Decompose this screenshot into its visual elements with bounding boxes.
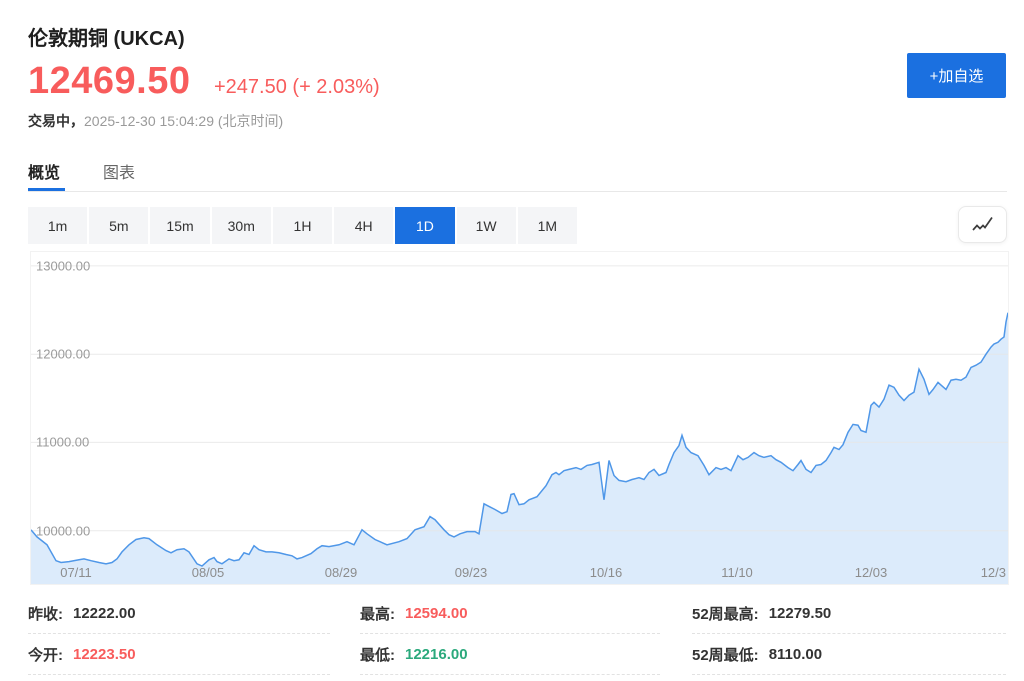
area-fill <box>31 313 1008 584</box>
add-watchlist-button[interactable]: +加自选 <box>907 53 1006 98</box>
y-axis-tick: 10000.00 <box>36 523 90 538</box>
quote-page: 伦敦期铜 (UKCA) 12469.50 +247.50 (+ 2.03%) 交… <box>0 0 1024 681</box>
tabs-divider <box>28 191 1007 192</box>
stat-52w-high: 52周最高: 12279.50 <box>692 593 1006 634</box>
tab-overview[interactable]: 概览 <box>28 159 60 183</box>
stats-column-3: 52周最高: 12279.50 52周最低: 8110.00 <box>692 593 1006 675</box>
period-1h[interactable]: 1H <box>273 207 332 244</box>
stat-value: 12222.00 <box>73 605 136 622</box>
x-axis-tick: 12/3 <box>981 565 1006 580</box>
chart-canvas <box>31 252 1008 584</box>
stat-52w-low: 52周最低: 8110.00 <box>692 634 1006 675</box>
x-axis-tick: 09/23 <box>455 565 488 580</box>
stat-value: 12216.00 <box>405 646 468 663</box>
stat-open: 今开: 12223.50 <box>28 634 330 675</box>
stat-label: 52周最高: <box>692 603 759 624</box>
x-axis-tick: 12/03 <box>855 565 888 580</box>
stat-label: 今开: <box>28 644 63 665</box>
y-axis-tick: 11000.00 <box>36 435 89 450</box>
stat-prev-close: 昨收: 12222.00 <box>28 593 330 634</box>
line-chart-icon <box>970 215 996 235</box>
stat-low: 最低: 12216.00 <box>360 634 660 675</box>
period-selector: 1m 5m 15m 30m 1H 4H 1D 1W 1M <box>28 207 577 244</box>
x-axis-tick: 08/29 <box>325 565 358 580</box>
period-1d[interactable]: 1D <box>395 207 454 244</box>
period-1m[interactable]: 1m <box>28 207 87 244</box>
stat-value: 12594.00 <box>405 605 468 622</box>
stat-value: 8110.00 <box>769 646 822 663</box>
period-1mo[interactable]: 1M <box>518 207 577 244</box>
y-axis-tick: 13000.00 <box>36 258 90 273</box>
stat-label: 最低: <box>360 644 395 665</box>
period-5m[interactable]: 5m <box>89 207 148 244</box>
stat-value: 12279.50 <box>769 605 832 622</box>
period-15m[interactable]: 15m <box>150 207 209 244</box>
y-axis-tick: 12000.00 <box>36 347 90 362</box>
period-1w[interactable]: 1W <box>457 207 516 244</box>
chart-style-button[interactable] <box>958 206 1007 243</box>
stat-label: 52周最低: <box>692 644 759 665</box>
last-price: 12469.50 <box>28 60 191 103</box>
stats-column-2: 最高: 12594.00 最低: 12216.00 <box>360 593 660 675</box>
stat-label: 最高: <box>360 603 395 624</box>
period-30m[interactable]: 30m <box>212 207 271 244</box>
x-axis-tick: 07/11 <box>60 565 92 580</box>
stat-value: 12223.50 <box>73 646 136 663</box>
page-title: 伦敦期铜 (UKCA) <box>28 22 185 51</box>
x-axis-tick: 10/16 <box>590 565 623 580</box>
period-4h[interactable]: 4H <box>334 207 393 244</box>
price-change: +247.50 (+ 2.03%) <box>214 76 380 99</box>
tab-chart[interactable]: 图表 <box>103 159 135 183</box>
x-axis-tick: 08/05 <box>192 565 225 580</box>
stat-label: 昨收: <box>28 603 63 624</box>
trading-status-label: 交易中， <box>28 113 84 129</box>
quote-timestamp: 2025-12-30 15:04:29 (北京时间) <box>84 113 283 129</box>
x-axis-tick: 11/10 <box>721 565 753 580</box>
stat-high: 最高: 12594.00 <box>360 593 660 634</box>
trading-status: 交易中，2025-12-30 15:04:29 (北京时间) <box>28 111 283 131</box>
price-area-chart[interactable]: 13000.00 12000.00 11000.00 10000.00 07/11 08/… <box>30 251 1009 585</box>
stats-column-1: 昨收: 12222.00 今开: 12223.50 <box>28 593 330 675</box>
